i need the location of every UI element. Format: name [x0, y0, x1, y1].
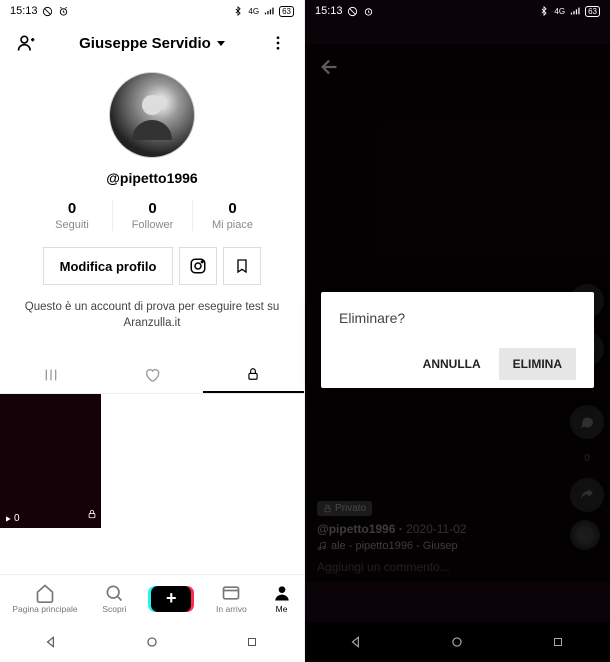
tab-liked[interactable] [101, 357, 202, 393]
network-label: 4G [248, 7, 259, 16]
android-recents[interactable] [552, 635, 566, 649]
nav-home[interactable]: Pagina principale [12, 583, 77, 614]
android-home[interactable] [145, 635, 159, 649]
dnd-icon [42, 5, 54, 17]
username-handle: @pipetto1996 [106, 170, 197, 186]
android-back[interactable] [44, 635, 58, 649]
android-home[interactable] [450, 635, 464, 649]
lock-icon [87, 506, 97, 524]
video-grid: 0 [0, 394, 304, 528]
nav-me[interactable]: Me [272, 583, 292, 614]
android-recents[interactable] [246, 635, 260, 649]
delete-button[interactable]: ELIMINA [499, 348, 576, 380]
views-count: 0 [4, 513, 20, 524]
android-nav [0, 622, 304, 662]
dialog-title: Eliminare? [339, 310, 576, 326]
status-time: 15:13 [315, 5, 343, 17]
dnd-icon [347, 5, 359, 17]
profile-name: Giuseppe Servidio [79, 35, 211, 52]
signal-icon [263, 5, 275, 17]
profile-bio: Questo è un account di prova per eseguir… [0, 299, 304, 331]
status-time: 15:13 [10, 5, 38, 17]
bookmark-button[interactable] [223, 247, 261, 285]
tab-grid[interactable] [0, 357, 101, 393]
avatar[interactable] [109, 72, 195, 158]
bottom-nav: Pagina principale Scopri + In arrivo Me [0, 574, 304, 622]
battery-level: 63 [585, 6, 600, 17]
bluetooth-icon [538, 5, 550, 17]
instagram-link-button[interactable] [179, 247, 217, 285]
battery-level: 63 [279, 6, 294, 17]
add-friend-button[interactable] [12, 29, 40, 57]
signal-icon [569, 5, 581, 17]
tab-private[interactable] [203, 357, 304, 393]
delete-dialog: Eliminare? ANNULLA ELIMINA [321, 292, 594, 388]
create-button[interactable]: + [151, 586, 191, 612]
stat-following[interactable]: 0 Seguiti [32, 200, 112, 231]
nav-discover[interactable]: Scopri [102, 583, 126, 614]
stat-followers[interactable]: 0 Follower [112, 200, 192, 231]
stat-likes[interactable]: 0 Mi piace [192, 200, 272, 231]
account-switcher[interactable]: Giuseppe Servidio [79, 35, 225, 52]
alarm-icon [58, 5, 70, 17]
stats-row: 0 Seguiti 0 Follower 0 Mi piace [0, 200, 304, 231]
video-thumbnail[interactable]: 0 [0, 394, 101, 528]
alarm-icon [363, 5, 375, 17]
status-bar: 15:13 4G 63 [305, 0, 610, 22]
network-label: 4G [554, 7, 565, 16]
profile-section: @pipetto1996 0 Seguiti 0 Follower 0 Mi p… [0, 64, 304, 341]
cancel-button[interactable]: ANNULLA [409, 348, 495, 380]
status-bar: 15:13 4G 63 [0, 0, 304, 22]
nav-inbox[interactable]: In arrivo [216, 583, 247, 614]
profile-tabs [0, 357, 304, 394]
android-back[interactable] [349, 635, 363, 649]
bluetooth-icon [232, 5, 244, 17]
edit-profile-button[interactable]: Modifica profilo [43, 247, 174, 285]
more-options-button[interactable] [264, 29, 292, 57]
profile-header: Giuseppe Servidio [0, 22, 304, 64]
android-nav [305, 622, 610, 662]
